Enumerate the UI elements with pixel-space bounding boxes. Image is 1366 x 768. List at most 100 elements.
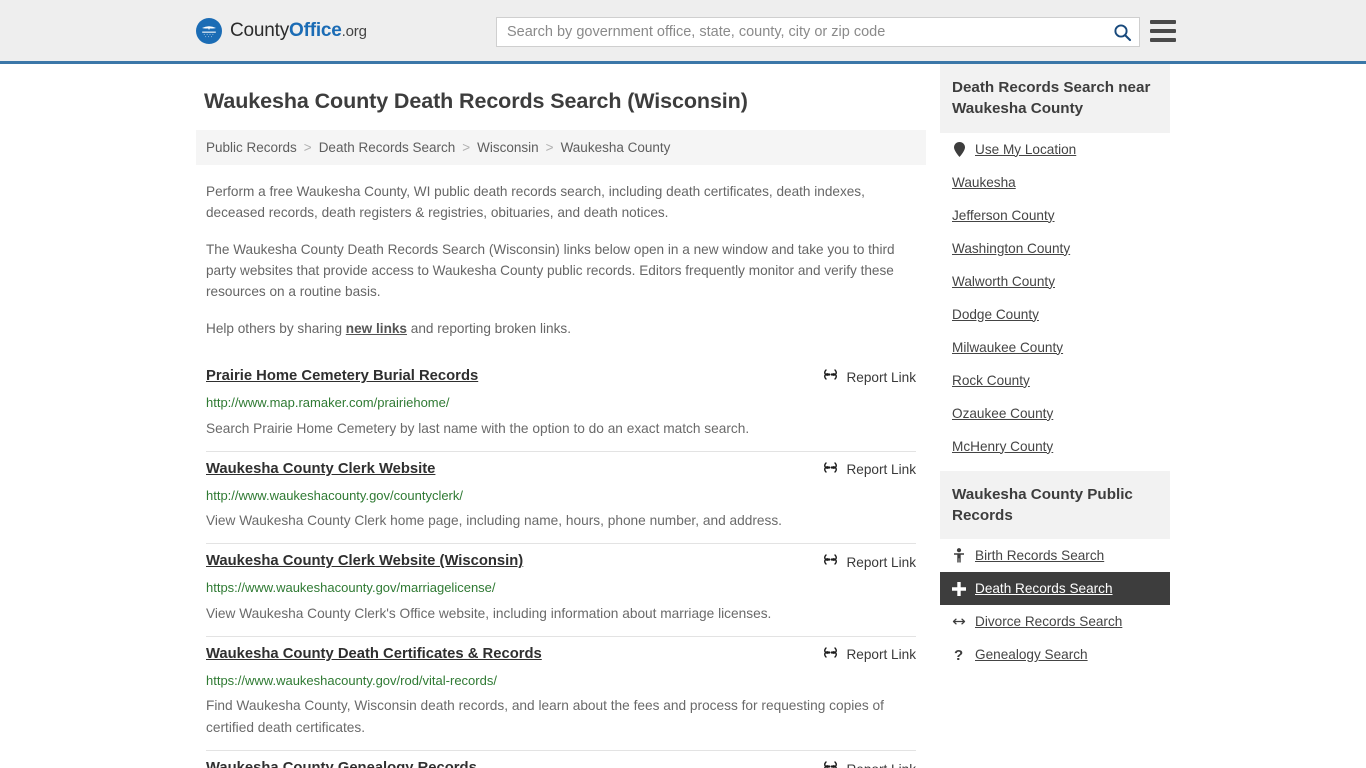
public-records-heading: Waukesha County Public Records	[940, 470, 1170, 540]
sidebar-item-label[interactable]: Rock County	[952, 373, 1030, 388]
sidebar-item-milwaukee-county[interactable]: Milwaukee County	[940, 331, 1170, 364]
sidebar-item-mchenry-county[interactable]: McHenry County	[940, 430, 1170, 463]
broken-link-icon	[823, 552, 838, 572]
brand-part-org: .org	[341, 22, 367, 40]
site-header: CountyOffice.org	[0, 0, 1366, 64]
sidebar-item-label[interactable]: Waukesha	[952, 175, 1016, 190]
sidebar-item-label[interactable]: Washington County	[952, 241, 1070, 256]
breadcrumb-item[interactable]: Death Records Search	[319, 140, 456, 155]
new-links-link[interactable]: new links	[346, 321, 407, 336]
report-link-button[interactable]: Report Link	[823, 367, 916, 387]
sidebar-item-dodge-county[interactable]: Dodge County	[940, 298, 1170, 331]
sidebar: Death Records Search near Waukesha Count…	[940, 64, 1170, 679]
broken-link-icon	[823, 759, 838, 768]
nearby-search-list: Use My Location Waukesha Jefferson County W…	[940, 133, 1170, 463]
breadcrumb: Public Records > Death Records Search > Wisc…	[196, 130, 926, 165]
split-arrows-icon	[952, 616, 966, 627]
cross-icon	[952, 581, 966, 596]
hamburger-menu-icon[interactable]	[1150, 20, 1176, 42]
sidebar-item-label[interactable]: Milwaukee County	[952, 340, 1063, 355]
main-content: Waukesha County Death Records Search (Wi…	[196, 64, 926, 768]
result-title-link[interactable]: Waukesha County Clerk Website (Wisconsin…	[206, 552, 523, 571]
sidebar-item-label[interactable]: Ozaukee County	[952, 406, 1053, 421]
sidebar-item-label[interactable]: McHenry County	[952, 439, 1053, 454]
breadcrumb-item[interactable]: Wisconsin	[477, 140, 539, 155]
intro-paragraph-3: Help others by sharing new links and rep…	[206, 318, 916, 339]
sidebar-item-washington-county[interactable]: Washington County	[940, 232, 1170, 265]
sidebar-item-genealogy-search[interactable]: ? Genealogy Search	[940, 638, 1170, 671]
map-pin-icon	[952, 141, 966, 157]
svg-text:?: ?	[954, 647, 963, 662]
results-list: Prairie Home Cemetery Burial Records Repo…	[196, 359, 926, 768]
result-item: Waukesha County Death Certificates & Rec…	[206, 637, 916, 752]
sidebar-item-rock-county[interactable]: Rock County	[940, 364, 1170, 397]
result-url[interactable]: https://www.waukeshacounty.gov/marriagel…	[206, 579, 916, 597]
result-url[interactable]: http://www.waukeshacounty.gov/countycler…	[206, 487, 916, 505]
breadcrumb-separator: >	[462, 140, 471, 155]
report-link-label: Report Link	[846, 462, 916, 478]
intro-paragraph-1: Perform a free Waukesha County, WI publi…	[206, 184, 865, 221]
hamburger-bar	[1150, 29, 1176, 33]
site-logo[interactable]: CountyOffice.org	[196, 17, 367, 44]
sidebar-item-label[interactable]: Death Records Search	[975, 581, 1113, 596]
intro-paragraph-2: The Waukesha County Death Records Search…	[206, 242, 895, 300]
hamburger-bar	[1150, 38, 1176, 42]
result-header: Waukesha County Clerk Website Report Link	[206, 460, 916, 480]
breadcrumb-item[interactable]: Public Records	[206, 140, 297, 155]
result-header: Waukesha County Death Certificates & Rec…	[206, 645, 916, 665]
report-link-button[interactable]: Report Link	[823, 645, 916, 665]
report-link-button[interactable]: Report Link	[823, 552, 916, 572]
hamburger-bar	[1150, 20, 1176, 24]
report-link-button[interactable]: Report Link	[823, 460, 916, 480]
search-input[interactable]	[497, 18, 1105, 46]
result-title-link[interactable]: Prairie Home Cemetery Burial Records	[206, 367, 478, 386]
sidebar-item-label[interactable]: Birth Records Search	[975, 548, 1104, 563]
question-mark-icon: ?	[952, 647, 966, 662]
result-url[interactable]: https://www.waukeshacounty.gov/rod/vital…	[206, 672, 916, 690]
search-bar[interactable]	[496, 17, 1140, 47]
result-description: View Waukesha County Clerk home page, in…	[206, 513, 782, 529]
public-records-list: Birth Records Search Death Records Search…	[940, 539, 1170, 671]
report-link-label: Report Link	[846, 762, 916, 768]
result-title-link[interactable]: Waukesha County Genealogy Records	[206, 759, 477, 768]
sidebar-item-label[interactable]: Use My Location	[975, 142, 1076, 157]
broken-link-icon	[823, 645, 838, 665]
result-title-link[interactable]: Waukesha County Death Certificates & Rec…	[206, 645, 542, 664]
sidebar-item-death-records-search[interactable]: Death Records Search	[940, 572, 1170, 606]
report-link-label: Report Link	[846, 554, 916, 570]
result-header: Waukesha County Genealogy Records Report …	[206, 759, 916, 768]
public-records-box: Waukesha County Public Records Birth Rec…	[940, 470, 1170, 672]
sidebar-item-label[interactable]: Walworth County	[952, 274, 1055, 289]
sidebar-item-label[interactable]: Divorce Records Search	[975, 614, 1122, 629]
search-button[interactable]	[1105, 18, 1139, 46]
sidebar-item-use-my-location[interactable]: Use My Location	[940, 133, 1170, 166]
sidebar-item-jefferson-county[interactable]: Jefferson County	[940, 199, 1170, 232]
result-title-link[interactable]: Waukesha County Clerk Website	[206, 460, 435, 479]
report-link-label: Report Link	[846, 369, 916, 385]
sidebar-item-divorce-records-search[interactable]: Divorce Records Search	[940, 605, 1170, 638]
result-header: Prairie Home Cemetery Burial Records Repo…	[206, 367, 916, 387]
result-description: Search Prairie Home Cemetery by last nam…	[206, 420, 750, 436]
nearby-search-box: Death Records Search near Waukesha Count…	[940, 64, 1170, 463]
breadcrumb-item[interactable]: Waukesha County	[561, 140, 671, 155]
sidebar-item-label[interactable]: Jefferson County	[952, 208, 1055, 223]
sidebar-item-ozaukee-county[interactable]: Ozaukee County	[940, 397, 1170, 430]
sidebar-item-label[interactable]: Genealogy Search	[975, 647, 1088, 662]
nearby-search-heading: Death Records Search near Waukesha Count…	[940, 64, 1170, 133]
sidebar-item-walworth-county[interactable]: Walworth County	[940, 265, 1170, 298]
page-body: Waukesha County Death Records Search (Wi…	[0, 64, 1366, 768]
result-item: Waukesha County Clerk Website (Wisconsin…	[206, 544, 916, 637]
report-link-button[interactable]: Report Link	[823, 759, 916, 768]
sidebar-item-birth-records-search[interactable]: Birth Records Search	[940, 539, 1170, 572]
result-item: Prairie Home Cemetery Burial Records Repo…	[206, 359, 916, 452]
sidebar-item-waukesha[interactable]: Waukesha	[940, 166, 1170, 199]
result-url[interactable]: http://www.map.ramaker.com/prairiehome/	[206, 394, 916, 412]
page-title: Waukesha County Death Records Search (Wi…	[204, 89, 748, 113]
brand-text: CountyOffice.org	[230, 20, 367, 42]
intro-section: Perform a free Waukesha County, WI publi…	[196, 181, 926, 339]
breadcrumb-separator: >	[303, 140, 312, 155]
sidebar-item-label[interactable]: Dodge County	[952, 307, 1039, 322]
broken-link-icon	[823, 367, 838, 387]
brand-part-office: Office	[289, 19, 342, 41]
result-item: Waukesha County Clerk Website Report Link…	[206, 452, 916, 545]
